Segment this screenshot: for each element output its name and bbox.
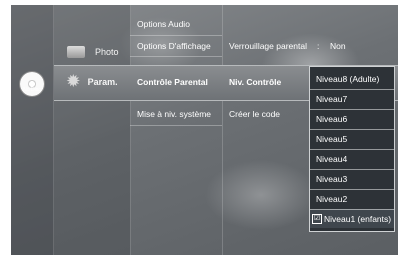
parental-lock-label[interactable]: Verrouillage parental xyxy=(229,41,307,51)
submenu-item-display[interactable]: Options D'affichage xyxy=(137,41,211,51)
level-option-selected[interactable]: ☑ Niveau1 (enfants) xyxy=(310,209,394,228)
gear-icon: ✹ xyxy=(67,73,80,90)
create-code-label[interactable]: Créer le code xyxy=(229,109,280,119)
parental-lock-value[interactable]: Non xyxy=(330,41,346,51)
submenu-item-update[interactable]: Mise à niv. système xyxy=(137,109,211,119)
menu-item-param[interactable]: ✹ Param. xyxy=(55,72,129,92)
submenu-item-audio[interactable]: Options Audio xyxy=(137,19,190,29)
left-panel xyxy=(11,5,54,255)
level-option[interactable]: Niveau8 (Adulte) xyxy=(310,69,394,88)
level-option[interactable]: Niveau6 xyxy=(310,109,394,128)
submenu-divider xyxy=(130,56,222,57)
checkbox-icon: ☑ xyxy=(312,214,322,224)
level-dropdown[interactable]: Niveau8 (Adulte) Niveau7 Niveau6 Niveau5… xyxy=(309,66,395,232)
level-option[interactable]: Niveau7 xyxy=(310,89,394,108)
control-level-label[interactable]: Niv. Contrôle xyxy=(229,77,281,87)
submenu-divider xyxy=(130,125,222,126)
menu-item-photo[interactable]: Photo xyxy=(55,42,129,62)
parental-lock-separator: : xyxy=(317,41,320,51)
submenu-divider xyxy=(130,35,222,36)
level-option[interactable]: Niveau2 xyxy=(310,189,394,208)
level-option[interactable]: Niveau5 xyxy=(310,129,394,148)
photo-icon xyxy=(67,46,85,58)
disc-status-label: No Disc xyxy=(23,87,41,93)
menu-item-label: Param. xyxy=(87,77,118,87)
menu-item-label: Photo xyxy=(95,47,119,57)
tv-screen: No Disc Photo ✹ Param. Options Audio Opt… xyxy=(11,5,398,255)
level-option[interactable]: Niveau3 xyxy=(310,169,394,188)
level-option[interactable]: Niveau4 xyxy=(310,149,394,168)
submenu-item-parental[interactable]: Contrôle Parental xyxy=(137,77,208,87)
